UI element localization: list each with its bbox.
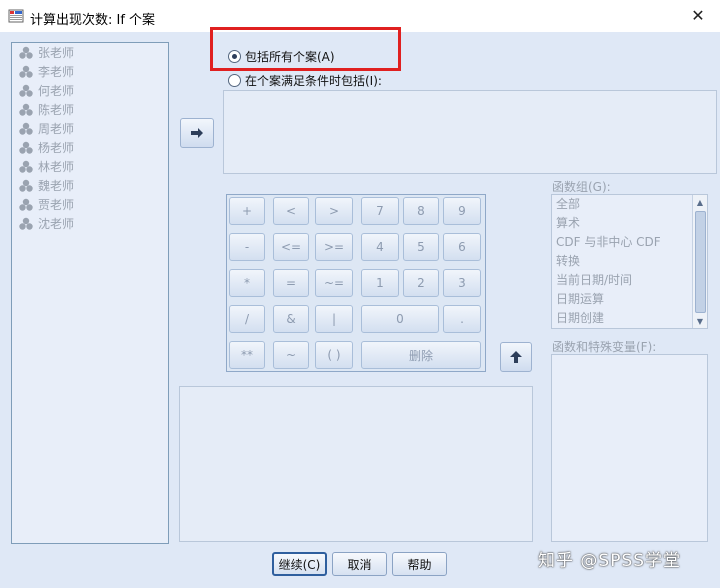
key-plus[interactable]: + bbox=[229, 197, 265, 225]
scale-variable-icon bbox=[19, 103, 33, 116]
insert-function-button[interactable] bbox=[500, 342, 532, 372]
variable-label: 张老师 bbox=[38, 46, 75, 60]
scale-variable-icon bbox=[19, 179, 33, 192]
key-and[interactable]: & bbox=[273, 305, 309, 333]
scale-variable-icon bbox=[19, 46, 33, 59]
scroll-thumb[interactable] bbox=[695, 211, 706, 313]
variable-item[interactable]: 林老师 bbox=[12, 157, 168, 176]
scale-variable-icon bbox=[19, 160, 33, 173]
key-8[interactable]: 8 bbox=[403, 197, 439, 225]
function-group-item[interactable]: 当前日期/时间 bbox=[552, 271, 707, 290]
condition-box bbox=[223, 90, 717, 174]
scale-variable-icon bbox=[19, 141, 33, 154]
key-greater-equal[interactable]: >= bbox=[315, 233, 353, 261]
variable-list[interactable]: 张老师李老师何老师陈老师周老师杨老师林老师魏老师贾老师沈老师 bbox=[11, 42, 169, 544]
continue-button[interactable]: 继续(C) bbox=[272, 552, 327, 576]
variable-item[interactable]: 杨老师 bbox=[12, 138, 168, 157]
key-9[interactable]: 9 bbox=[443, 197, 481, 225]
app-icon bbox=[8, 9, 24, 23]
key-not[interactable]: ~ bbox=[273, 341, 309, 369]
function-group-item[interactable]: 算术 bbox=[552, 214, 707, 233]
variable-item[interactable]: 沈老师 bbox=[12, 214, 168, 233]
functions-list[interactable] bbox=[551, 354, 708, 542]
key-4[interactable]: 4 bbox=[361, 233, 399, 261]
function-group-item[interactable]: 日期运算 bbox=[552, 290, 707, 309]
key-minus[interactable]: - bbox=[229, 233, 265, 261]
watermark: 知乎 @SPSS学堂 bbox=[538, 551, 682, 571]
variable-item[interactable]: 贾老师 bbox=[12, 195, 168, 214]
variable-item[interactable]: 何老师 bbox=[12, 81, 168, 100]
key-not-equal[interactable]: ~= bbox=[315, 269, 353, 297]
window-title: 计算出现次数: If 个案 bbox=[30, 13, 156, 28]
variable-item[interactable]: 张老师 bbox=[12, 43, 168, 62]
scale-variable-icon bbox=[19, 65, 33, 78]
key-parentheses[interactable]: ( ) bbox=[315, 341, 353, 369]
function-group-item[interactable]: 全部 bbox=[552, 195, 707, 214]
variable-label: 贾老师 bbox=[38, 198, 75, 212]
variable-label: 陈老师 bbox=[38, 103, 75, 117]
variable-label: 何老师 bbox=[38, 84, 75, 98]
cancel-button[interactable]: 取消 bbox=[332, 552, 387, 576]
variable-item[interactable]: 陈老师 bbox=[12, 100, 168, 119]
radio-conditional-indicator[interactable] bbox=[228, 74, 241, 87]
variable-item[interactable]: 李老师 bbox=[12, 62, 168, 81]
arrow-right-icon bbox=[191, 128, 203, 138]
key-5[interactable]: 5 bbox=[403, 233, 439, 261]
arrow-up-icon bbox=[510, 351, 522, 363]
move-variable-button[interactable] bbox=[180, 118, 214, 148]
key-greater-than[interactable]: > bbox=[315, 197, 353, 225]
variable-label: 沈老师 bbox=[38, 217, 75, 231]
key-or[interactable]: | bbox=[315, 305, 353, 333]
key-delete[interactable]: 删除 bbox=[361, 341, 481, 369]
scale-variable-icon bbox=[19, 217, 33, 230]
key-dot[interactable]: . bbox=[443, 305, 481, 333]
radio-conditional[interactable]: 在个案满足条件时包括(I): bbox=[228, 72, 382, 89]
key-3[interactable]: 3 bbox=[443, 269, 481, 297]
function-group-list[interactable]: 全部 算术 CDF 与非中心 CDF 转换 当前日期/时间 日期运算 日期创建 ▲ ▼ bbox=[551, 194, 708, 329]
functions-label: 函数和特殊变量(F): bbox=[552, 340, 657, 354]
variable-label: 周老师 bbox=[38, 122, 75, 136]
key-2[interactable]: 2 bbox=[403, 269, 439, 297]
scale-variable-icon bbox=[19, 122, 33, 135]
key-multiply[interactable]: * bbox=[229, 269, 265, 297]
close-icon[interactable]: ✕ bbox=[688, 6, 708, 25]
scroll-up-icon[interactable]: ▲ bbox=[693, 195, 707, 209]
function-group-item[interactable]: CDF 与非中心 CDF bbox=[552, 233, 707, 252]
key-7[interactable]: 7 bbox=[361, 197, 399, 225]
highlight-box bbox=[210, 27, 401, 71]
key-divide[interactable]: / bbox=[229, 305, 265, 333]
variable-item[interactable]: 魏老师 bbox=[12, 176, 168, 195]
scale-variable-icon bbox=[19, 84, 33, 97]
variable-label: 魏老师 bbox=[38, 179, 75, 193]
key-1[interactable]: 1 bbox=[361, 269, 399, 297]
variable-item[interactable]: 周老师 bbox=[12, 119, 168, 138]
key-equal[interactable]: = bbox=[273, 269, 309, 297]
variable-label: 林老师 bbox=[38, 160, 75, 174]
function-group-item[interactable]: 日期创建 bbox=[552, 309, 707, 328]
key-power[interactable]: ** bbox=[229, 341, 265, 369]
radio-conditional-label: 在个案满足条件时包括(I): bbox=[245, 74, 382, 88]
key-less-equal[interactable]: <= bbox=[273, 233, 309, 261]
function-group-scrollbar[interactable]: ▲ ▼ bbox=[692, 195, 707, 328]
function-group-item[interactable]: 转换 bbox=[552, 252, 707, 271]
function-description-box bbox=[179, 386, 533, 542]
scroll-down-icon[interactable]: ▼ bbox=[693, 314, 707, 328]
key-0[interactable]: 0 bbox=[361, 305, 439, 333]
scale-variable-icon bbox=[19, 198, 33, 211]
variable-label: 李老师 bbox=[38, 65, 75, 79]
help-button[interactable]: 帮助 bbox=[392, 552, 447, 576]
function-group-label: 函数组(G): bbox=[552, 180, 611, 194]
key-6[interactable]: 6 bbox=[443, 233, 481, 261]
key-less-than[interactable]: < bbox=[273, 197, 309, 225]
variable-label: 杨老师 bbox=[38, 141, 75, 155]
calculator-keypad: + < > 7 8 9 - <= >= 4 5 6 * = ~= 1 2 3 /… bbox=[226, 194, 486, 372]
